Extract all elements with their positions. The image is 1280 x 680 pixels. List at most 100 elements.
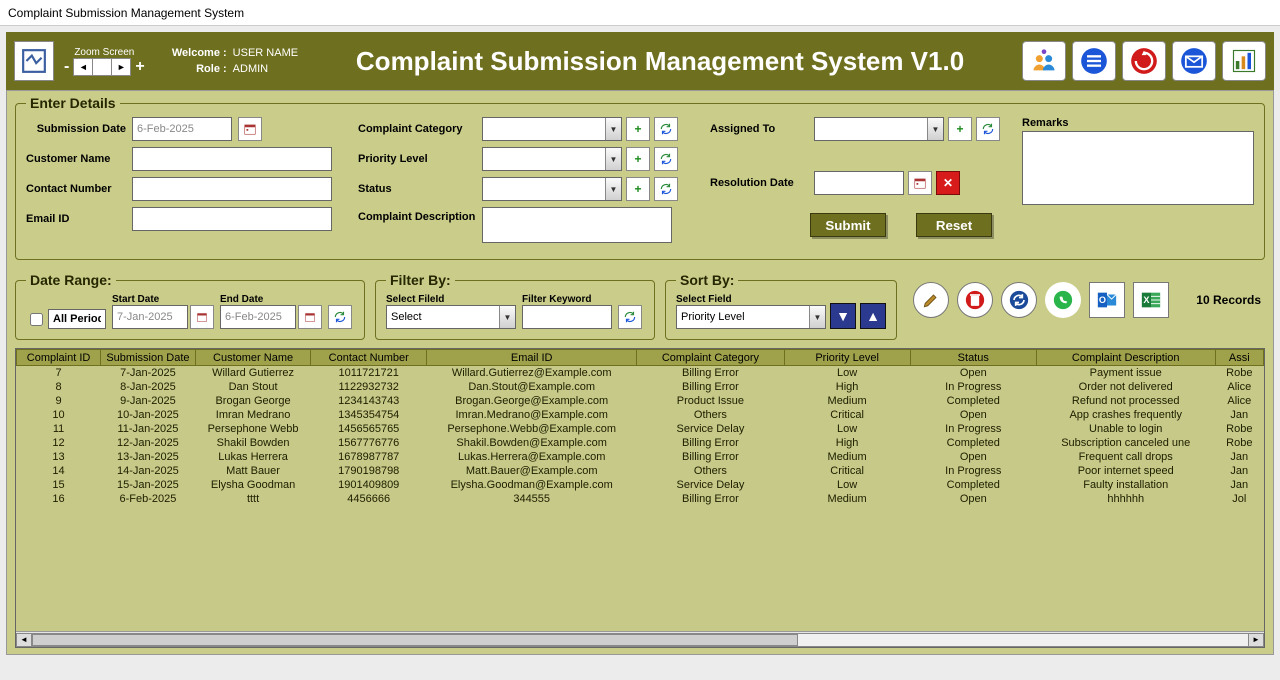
reset-button[interactable]: Reset [916,213,992,237]
column-header[interactable]: Complaint Description [1036,350,1215,366]
assigned-add-button[interactable]: + [948,117,972,141]
window-title: Complaint Submission Management System [8,6,244,20]
resolution-clear-button[interactable]: ✕ [936,171,960,195]
email-label: Email ID [26,213,126,225]
priority-combo[interactable] [482,147,622,171]
column-header[interactable]: Submission Date [101,350,196,366]
status-combo[interactable] [482,177,622,201]
video-icon[interactable] [1122,41,1166,81]
role-label: Role : [167,61,227,77]
sort-asc-button[interactable]: ▲ [860,303,886,329]
team-icon[interactable] [1022,41,1066,81]
daterange-legend: Date Range: [26,272,116,288]
table-row[interactable]: 1414-Jan-2025Matt Bauer1790198798Matt.Ba… [17,464,1264,478]
contact-number-label: Contact Number [26,183,126,195]
filterby-fieldset: Filter By: Select FileId ▼ Filter Keywor… [375,272,655,340]
column-header[interactable]: Priority Level [784,350,910,366]
submission-date-input[interactable] [132,117,232,141]
daterange-refresh-button[interactable] [328,305,352,329]
zoom-slider[interactable]: ◄ ► [73,58,131,76]
outlook-button[interactable]: O [1089,282,1125,318]
column-header[interactable]: Email ID [427,350,637,366]
customer-name-input[interactable] [132,147,332,171]
category-add-button[interactable]: + [626,117,650,141]
category-combo[interactable] [482,117,622,141]
chevron-down-icon: ▼ [809,306,825,328]
column-header[interactable]: Complaint ID [17,350,101,366]
chart-icon[interactable] [1222,41,1266,81]
contact-number-input[interactable] [132,177,332,201]
filterby-selectfield-combo[interactable] [386,305,516,329]
resolution-calendar-icon[interactable] [908,171,932,195]
tools-row: O X 10 Records [913,268,1265,332]
startdate-calendar-icon[interactable] [190,305,214,329]
priority-refresh-button[interactable] [654,147,678,171]
remarks-textarea[interactable] [1022,131,1254,205]
remarks-label: Remarks [1022,117,1068,129]
assigned-refresh-button[interactable] [976,117,1000,141]
svg-text:X: X [1143,295,1150,305]
column-header[interactable]: Status [910,350,1036,366]
data-grid[interactable]: Complaint IDSubmission DateCustomer Name… [16,349,1264,506]
daterange-fieldset: Date Range: Start Date [15,272,365,340]
grid-wrap: Complaint IDSubmission DateCustomer Name… [15,348,1265,648]
column-header[interactable]: Customer Name [195,350,311,366]
filterby-keyword-input[interactable] [522,305,612,329]
enddate-label: End Date [220,294,322,305]
sort-desc-button[interactable]: ▼ [830,303,856,329]
table-row[interactable]: 166-Feb-2025tttt4456666344555Billing Err… [17,492,1264,506]
enter-details-legend: Enter Details [26,95,120,111]
column-header[interactable]: Complaint Category [637,350,784,366]
submit-button[interactable]: Submit [810,213,886,237]
enddate-calendar-icon[interactable] [298,305,322,329]
enddate-input[interactable] [220,305,296,329]
whatsapp-button[interactable] [1045,282,1081,318]
filterby-refresh-button[interactable] [618,305,642,329]
column-header[interactable]: Assi [1215,350,1263,366]
svg-text:O: O [1099,295,1106,305]
table-row[interactable]: 88-Jan-2025Dan Stout1122932732Dan.Stout@… [17,380,1264,394]
description-textarea[interactable] [482,207,672,243]
filterby-legend: Filter By: [386,272,455,288]
sortby-selectfield-label: Select Field [676,294,826,305]
category-label: Complaint Category [358,123,478,135]
resolution-date-input[interactable] [814,171,904,195]
table-row[interactable]: 77-Jan-2025Willard Gutierrez1011721721Wi… [17,366,1264,380]
edit-button[interactable] [913,282,949,318]
status-refresh-button[interactable] [654,177,678,201]
table-row[interactable]: 1313-Jan-2025Lukas Herrera1678987787Luka… [17,450,1264,464]
priority-add-button[interactable]: + [626,147,650,171]
records-count: 10 Records [1196,293,1261,307]
column-header[interactable]: Contact Number [311,350,427,366]
horizontal-scrollbar[interactable]: ◄ ► [16,631,1264,647]
excel-button[interactable]: X [1133,282,1169,318]
priority-label: Priority Level [358,153,478,165]
startdate-input[interactable] [112,305,188,329]
category-refresh-button[interactable] [654,117,678,141]
scroll-thumb[interactable] [32,634,798,646]
banner-title: Complaint Submission Management System V… [298,46,1022,77]
table-row[interactable]: 1111-Jan-2025Persephone Webb1456565765Pe… [17,422,1264,436]
submission-date-label: Submission Date [26,123,126,135]
table-row[interactable]: 99-Jan-2025Brogan George1234143743Brogan… [17,394,1264,408]
refresh-tool-button[interactable] [1001,282,1037,318]
all-period-label-box [48,309,106,329]
mail-icon[interactable] [1172,41,1216,81]
status-add-button[interactable]: + [626,177,650,201]
zoom-left-icon: ◄ [74,59,93,75]
delete-button[interactable] [957,282,993,318]
zoom-minus[interactable]: - [64,58,69,76]
table-row[interactable]: 1212-Jan-2025Shakil Bowden1567776776Shak… [17,436,1264,450]
table-row[interactable]: 1515-Jan-2025Elysha Goodman1901409809Ely… [17,478,1264,492]
table-row[interactable]: 1010-Jan-2025Imran Medrano1345354754Imra… [17,408,1264,422]
sortby-selectfield-combo[interactable] [676,305,826,329]
submission-date-calendar-icon[interactable] [238,117,262,141]
scroll-left-icon[interactable]: ◄ [16,633,32,647]
welcome-value: USER NAME [233,45,298,61]
list-icon[interactable] [1072,41,1116,81]
assigned-combo[interactable] [814,117,944,141]
scroll-right-icon[interactable]: ► [1248,633,1264,647]
all-period-checkbox[interactable] [30,313,43,326]
email-input[interactable] [132,207,332,231]
zoom-plus[interactable]: + [135,58,144,76]
